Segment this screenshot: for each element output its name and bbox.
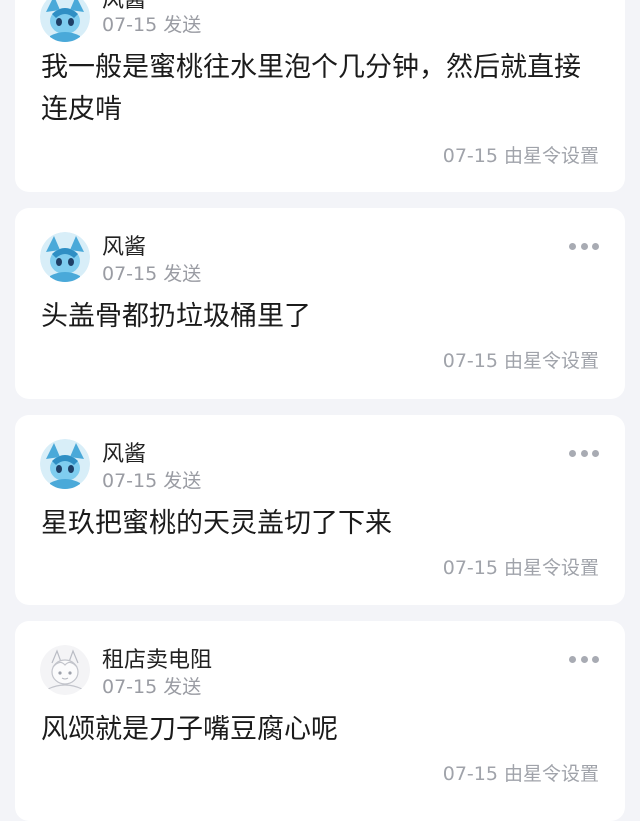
post-content: 我一般是蜜桃往水里泡个几分钟，然后就直接连皮啃 <box>41 52 581 125</box>
dot-icon <box>592 655 599 663</box>
dot-icon <box>569 449 576 457</box>
post-content: 头盖骨都扔垃圾桶里了 <box>41 301 311 332</box>
author-name[interactable]: 租店卖电阻 <box>102 642 212 674</box>
dot-icon <box>569 242 576 250</box>
more-options-button[interactable] <box>569 241 599 251</box>
dot-icon <box>580 242 588 250</box>
dot-icon <box>592 242 599 250</box>
blue-eevee-avatar-icon <box>40 439 90 489</box>
dot-icon <box>580 449 588 457</box>
post-content: 风颂就是刀子嘴豆腐心呢 <box>41 714 338 745</box>
dot-icon <box>569 655 576 663</box>
avatar[interactable] <box>40 0 90 42</box>
post-time: 07-15 发送 <box>102 470 202 492</box>
post-time: 07-15 发送 <box>102 676 202 698</box>
post-footer: 07-15 由星令设置 <box>442 557 599 579</box>
author-name[interactable]: 风酱 <box>102 436 146 468</box>
post-card: 风酱 07-15 发送 头盖骨都扔垃圾桶里了 07-15 由星令设置 <box>15 208 625 399</box>
author-name[interactable]: 风酱 <box>102 229 146 261</box>
more-options-button[interactable] <box>569 448 599 458</box>
more-options-button[interactable] <box>569 654 599 664</box>
avatar[interactable] <box>40 439 90 489</box>
avatar[interactable] <box>40 645 90 695</box>
post-time: 07-15 发送 <box>102 263 202 285</box>
blue-eevee-avatar-icon <box>40 232 90 282</box>
avatar[interactable] <box>40 232 90 282</box>
post-card: 租店卖电阻 07-15 发送 风颂就是刀子嘴豆腐心呢 07-15 由星令设置 <box>15 621 625 821</box>
blue-eevee-avatar-icon <box>40 0 90 42</box>
post-content: 星玖把蜜桃的天灵盖切了下来 <box>41 508 392 539</box>
sketch-character-avatar-icon <box>40 645 90 695</box>
dot-icon <box>580 655 588 663</box>
post-footer: 07-15 由星令设置 <box>442 763 599 785</box>
dot-icon <box>592 449 599 457</box>
post-card: 风酱 07-15 发送 星玖把蜜桃的天灵盖切了下来 07-15 由星令设置 <box>15 415 625 605</box>
post-time: 07-15 发送 <box>102 14 202 36</box>
post-card: 风酱 07-15 发送 我一般是蜜桃往水里泡个几分钟，然后就直接连皮啃 07-1… <box>15 0 625 192</box>
post-footer: 07-15 由星令设置 <box>442 350 599 372</box>
post-footer: 07-15 由星令设置 <box>442 145 599 167</box>
